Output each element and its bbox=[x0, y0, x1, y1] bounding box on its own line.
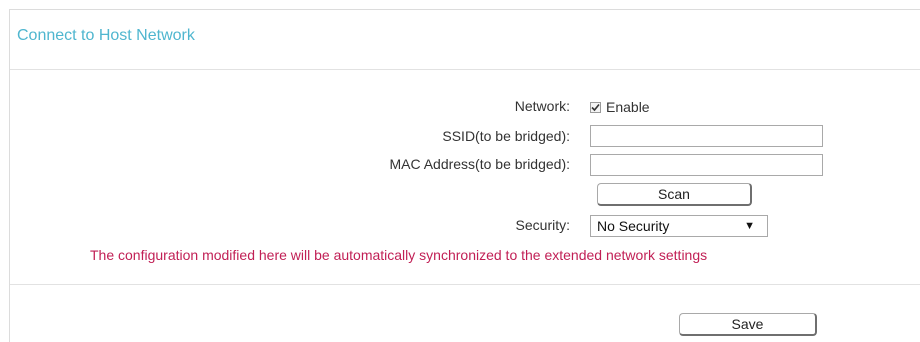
footer-divider bbox=[10, 284, 920, 285]
security-label: Security: bbox=[515, 217, 570, 233]
save-button[interactable]: Save bbox=[679, 313, 817, 336]
checkmark-icon bbox=[591, 103, 600, 111]
enable-checkbox[interactable] bbox=[590, 101, 601, 113]
title-divider bbox=[10, 69, 920, 70]
ssid-input[interactable] bbox=[590, 125, 823, 147]
mac-address-input[interactable] bbox=[590, 154, 823, 176]
ssid-label: SSID(to be bridged): bbox=[442, 128, 570, 144]
panel-title: Connect to Host Network bbox=[17, 27, 195, 44]
security-select[interactable]: No Security ▼ bbox=[590, 215, 768, 237]
sync-notice: The configuration modified here will be … bbox=[90, 247, 708, 263]
dropdown-arrow-icon: ▼ bbox=[744, 220, 755, 232]
network-label: Network: bbox=[514, 98, 570, 114]
security-selected-value: No Security bbox=[597, 218, 670, 234]
enable-checkbox-group[interactable]: Enable bbox=[590, 99, 650, 115]
mac-address-label: MAC Address(to be bridged): bbox=[389, 156, 570, 172]
enable-label: Enable bbox=[606, 99, 650, 115]
scan-button[interactable]: Scan bbox=[597, 183, 752, 206]
